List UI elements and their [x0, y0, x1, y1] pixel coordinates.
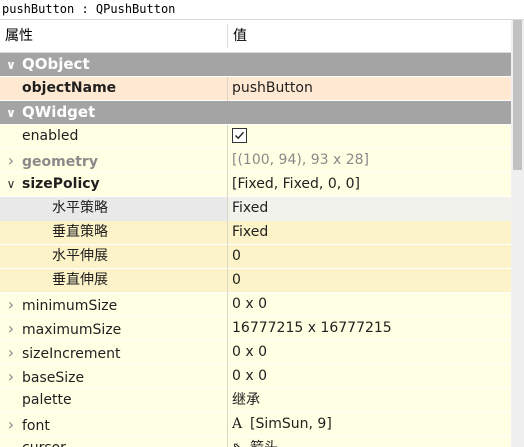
property-value-cell[interactable]: Fixed: [228, 221, 511, 245]
chevron-right-icon[interactable]: ›: [0, 413, 22, 436]
property-value-cell[interactable]: 0: [228, 269, 511, 293]
property-name: cursor: [22, 437, 66, 447]
property-name: 水平策略: [52, 200, 108, 216]
sub-property-row[interactable]: 水平伸展 0: [0, 245, 511, 269]
property-value: 箭头: [250, 437, 278, 447]
property-value-cell[interactable]: 0: [228, 245, 511, 269]
property-editor: 属性 值 ∨ QObject objectName pushButton ∨ QWidge…: [0, 20, 524, 447]
enabled-checkbox[interactable]: [232, 127, 247, 143]
property-name: font: [22, 418, 50, 434]
property-value: pushButton: [232, 80, 313, 96]
vertical-scrollbar[interactable]: [511, 20, 524, 447]
property-value: Fixed: [232, 224, 269, 240]
property-value-cell[interactable]: A [SimSun, 9]: [228, 413, 511, 437]
property-name-cell[interactable]: › baseSize: [0, 365, 227, 389]
property-value-cell[interactable]: [228, 125, 511, 149]
chevron-right-icon[interactable]: ›: [0, 317, 22, 340]
column-divider[interactable]: [227, 24, 228, 48]
property-row[interactable]: ∨ sizePolicy [Fixed, Fixed, 0, 0]: [0, 173, 511, 197]
property-row[interactable]: › maximumSize 16777215 x 16777215: [0, 317, 511, 341]
chevron-right-icon[interactable]: ›: [0, 149, 22, 172]
property-value: 0 x 0: [232, 344, 267, 360]
property-rows: ∨ QObject objectName pushButton ∨ QWidget enab…: [0, 53, 511, 447]
section-name: QWidget: [22, 103, 96, 121]
property-row[interactable]: › minimumSize 0 x 0: [0, 293, 511, 317]
property-grid: 属性 值 ∨ QObject objectName pushButton ∨ QWidge…: [0, 20, 511, 447]
table-header: 属性 值: [0, 20, 511, 53]
property-name-cell[interactable]: enabled: [0, 125, 227, 149]
property-row[interactable]: › sizeIncrement 0 x 0: [0, 341, 511, 365]
arrow-cursor-icon: ⇖: [232, 437, 250, 447]
property-value: [(100, 94), 93 x 28]: [232, 152, 369, 168]
property-name-cell[interactable]: palette: [0, 389, 227, 413]
property-name-cell[interactable]: › font: [0, 413, 227, 437]
property-name: objectName: [22, 80, 117, 96]
property-value: 0 x 0: [232, 368, 267, 384]
sub-property-row[interactable]: 垂直伸展 0: [0, 269, 511, 293]
property-name-cell[interactable]: cursor: [0, 437, 227, 447]
property-value-cell[interactable]: Fixed: [228, 197, 511, 221]
section-label: ∨ QWidget: [0, 101, 511, 125]
section-name: QObject: [22, 55, 90, 73]
chevron-down-icon[interactable]: ∨: [0, 173, 22, 196]
property-name: 垂直策略: [52, 224, 108, 240]
property-value: 0: [232, 272, 241, 288]
section-header[interactable]: ∨ QWidget: [0, 101, 511, 125]
chevron-right-icon[interactable]: ›: [0, 341, 22, 364]
property-name: minimumSize: [22, 298, 118, 314]
property-value-cell[interactable]: 继承: [228, 389, 511, 413]
sub-property-row[interactable]: 垂直策略 Fixed: [0, 221, 511, 245]
property-value-cell[interactable]: [(100, 94), 93 x 28]: [228, 149, 511, 173]
section-label: ∨ QObject: [0, 53, 511, 77]
property-row[interactable]: › geometry [(100, 94), 93 x 28]: [0, 149, 511, 173]
property-row[interactable]: objectName pushButton: [0, 77, 511, 101]
property-name-cell[interactable]: › geometry: [0, 149, 227, 173]
property-value: 0: [232, 248, 241, 264]
property-name: maximumSize: [22, 322, 122, 338]
section-header[interactable]: ∨ QObject: [0, 53, 511, 77]
property-name: palette: [22, 392, 72, 408]
object-title: pushButton : QPushButton: [0, 0, 524, 20]
property-name: 垂直伸展: [52, 272, 108, 288]
property-value: [SimSun, 9]: [250, 416, 332, 432]
property-value-cell[interactable]: ⇖箭头: [228, 437, 511, 447]
column-header-property[interactable]: 属性: [5, 20, 33, 52]
property-value: [Fixed, Fixed, 0, 0]: [232, 176, 360, 192]
property-value: 0 x 0: [232, 296, 267, 312]
chevron-right-icon[interactable]: ›: [0, 365, 22, 388]
property-row[interactable]: cursor ⇖箭头: [0, 437, 511, 447]
property-name-cell[interactable]: › maximumSize: [0, 317, 227, 341]
scrollbar-thumb[interactable]: [513, 20, 522, 170]
font-glyph-icon: A: [232, 416, 243, 432]
property-value-cell[interactable]: 0 x 0: [228, 365, 511, 389]
property-value: 16777215 x 16777215: [232, 320, 392, 336]
property-name: sizeIncrement: [22, 346, 121, 362]
property-value-cell[interactable]: 16777215 x 16777215: [228, 317, 511, 341]
property-name: 水平伸展: [52, 248, 108, 264]
column-header-value[interactable]: 值: [233, 20, 247, 52]
property-value-cell[interactable]: pushButton: [228, 77, 511, 101]
chevron-down-icon[interactable]: ∨: [0, 54, 22, 77]
property-name-cell[interactable]: › minimumSize: [0, 293, 227, 317]
property-name-cell[interactable]: ∨ sizePolicy: [0, 173, 227, 197]
property-value: Fixed: [232, 200, 269, 216]
property-row[interactable]: enabled: [0, 125, 511, 149]
property-value-cell[interactable]: [Fixed, Fixed, 0, 0]: [228, 173, 511, 197]
property-value-cell[interactable]: 0 x 0: [228, 341, 511, 365]
chevron-down-icon[interactable]: ∨: [0, 102, 22, 125]
property-name-cell[interactable]: objectName: [0, 77, 227, 101]
sub-property-row[interactable]: 水平策略 Fixed: [0, 197, 511, 221]
property-value-cell[interactable]: 0 x 0: [228, 293, 511, 317]
property-row[interactable]: palette 继承: [0, 389, 511, 413]
property-name: geometry: [22, 154, 98, 170]
property-row[interactable]: › baseSize 0 x 0: [0, 365, 511, 389]
property-name-cell[interactable]: › sizeIncrement: [0, 341, 227, 365]
property-value: 继承: [232, 392, 260, 408]
property-name: baseSize: [22, 370, 85, 386]
chevron-right-icon[interactable]: ›: [0, 293, 22, 316]
property-name: enabled: [22, 128, 79, 144]
property-name: sizePolicy: [22, 176, 100, 192]
property-row[interactable]: › font A [SimSun, 9]: [0, 413, 511, 437]
